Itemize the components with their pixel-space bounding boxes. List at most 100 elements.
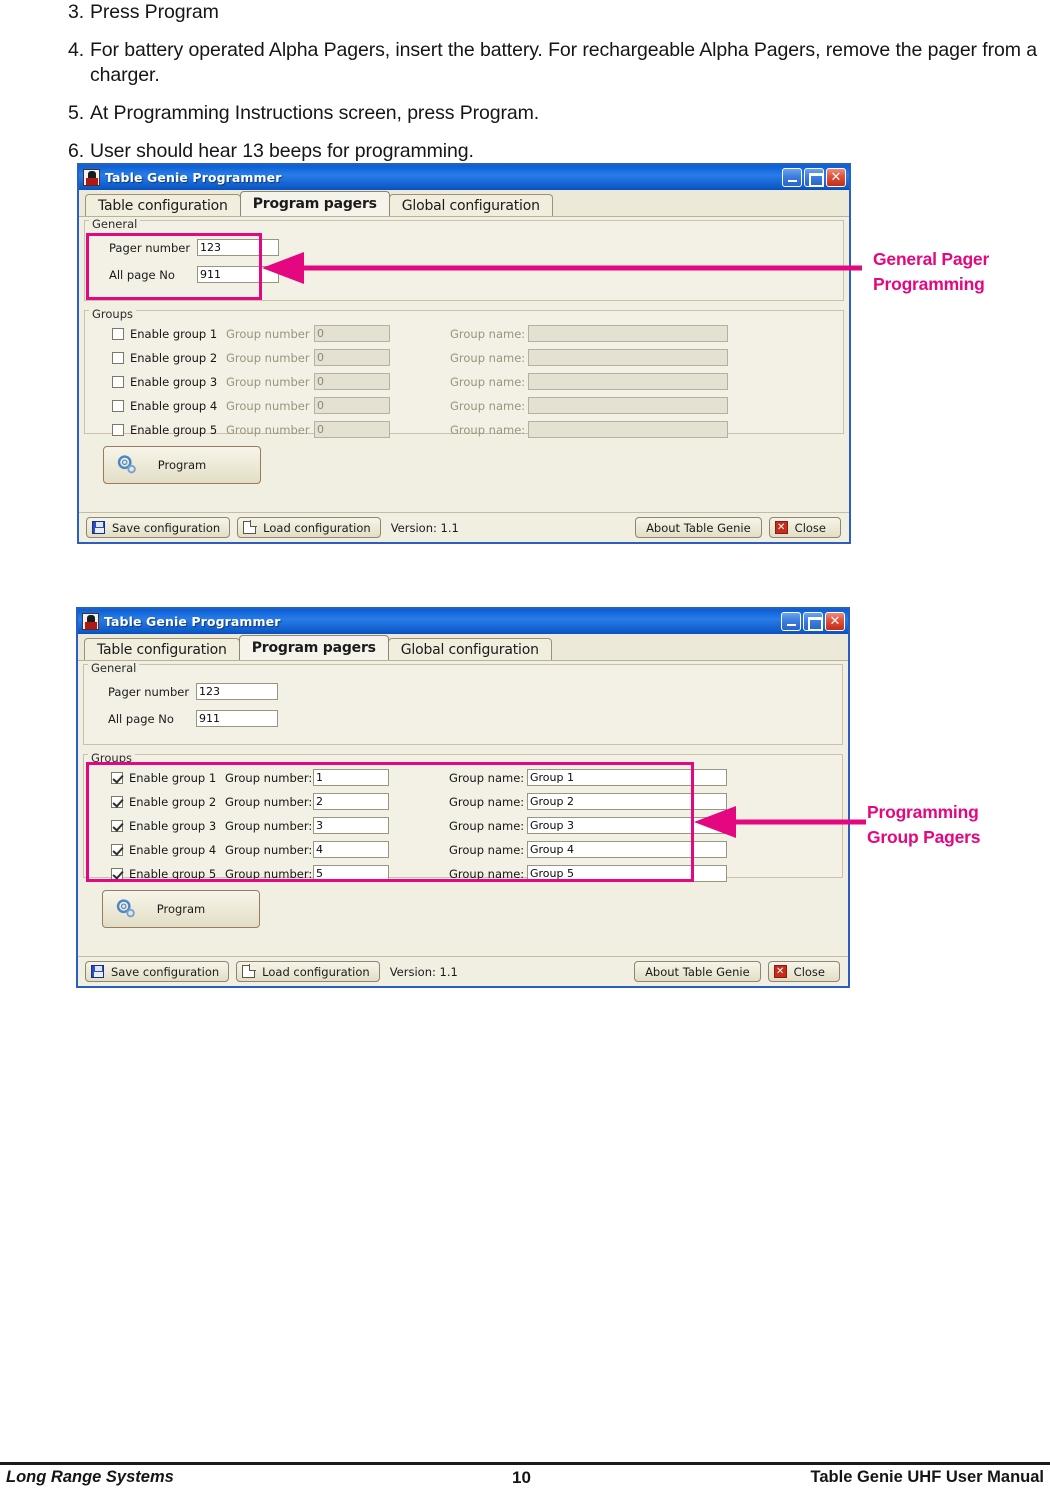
group-number-input[interactable]: 0 <box>314 349 390 366</box>
tab-global-configuration[interactable]: Global configuration <box>388 194 553 216</box>
group-number-input[interactable]: 0 <box>314 325 390 342</box>
maximize-button[interactable] <box>804 168 824 187</box>
group-number-input[interactable]: 0 <box>314 373 390 390</box>
group-name-label: Group name: <box>449 794 525 809</box>
save-configuration-button[interactable]: Save configuration <box>86 517 231 538</box>
group-name-label: Group name: <box>450 374 526 389</box>
load-configuration-button[interactable]: Load configuration <box>237 517 381 538</box>
footer-divider <box>0 1462 1050 1465</box>
group-name-input[interactable] <box>528 421 728 438</box>
enable-group-2-checkbox[interactable] <box>112 351 124 364</box>
tab-program-pagers[interactable]: Program pagers <box>238 635 389 660</box>
app-window-group-programming: Table Genie Programmer ✕ Table configura… <box>76 607 850 988</box>
group-name-input[interactable]: Group 1 <box>527 769 727 786</box>
group-name-input[interactable] <box>528 373 728 390</box>
enable-group-4-label: Enable group 4 <box>130 398 218 413</box>
annotation-label-group-pagers: Programming Group Pagers <box>867 800 981 850</box>
gear-icon <box>117 455 136 474</box>
status-bar: Save configuration Load configuration Ve… <box>79 512 849 542</box>
annotation-label-general-pager: General Pager Programming <box>873 247 989 297</box>
tab-table-configuration[interactable]: Table configuration <box>84 638 240 660</box>
close-button[interactable]: ✕ Close <box>768 517 841 538</box>
tab-table-configuration[interactable]: Table configuration <box>85 194 241 216</box>
enable-group-3-checkbox[interactable] <box>112 375 124 388</box>
maximize-button[interactable] <box>803 612 823 631</box>
list-item-number: 5. <box>68 102 85 125</box>
app-window-general-programming: Table Genie Programmer ✕ Table configura… <box>77 163 851 544</box>
group-name-input[interactable] <box>528 349 728 366</box>
general-legend: General <box>88 662 140 674</box>
enable-group-4-checkbox[interactable] <box>112 399 124 412</box>
window-title: Table Genie Programmer <box>105 170 282 185</box>
all-page-no-input[interactable]: 911 <box>196 710 278 727</box>
window-controls: ✕ <box>781 612 845 631</box>
group-row: Enable group 2 Group number 0 Group name… <box>85 349 843 366</box>
group-number-input[interactable]: 0 <box>314 397 390 414</box>
pager-number-input[interactable]: 123 <box>196 683 278 700</box>
pager-number-input[interactable]: 123 <box>197 239 279 256</box>
floppy-disk-icon <box>91 965 104 978</box>
group-number-label: Group number <box>226 350 310 365</box>
save-configuration-label: Save configuration <box>111 964 220 979</box>
group-row: Enable group 5 Group number 0 Group name… <box>85 421 843 438</box>
group-name-input[interactable]: Group 2 <box>527 793 727 810</box>
group-number-input[interactable]: 4 <box>313 841 389 858</box>
about-table-genie-button[interactable]: About Table Genie <box>635 517 762 538</box>
tab-global-configuration[interactable]: Global configuration <box>387 638 552 660</box>
manual-page: 3. Press Program 4. For battery operated… <box>0 0 1050 1498</box>
group-number-input[interactable]: 3 <box>313 817 389 834</box>
close-window-button[interactable]: ✕ <box>825 612 845 631</box>
group-name-input[interactable]: Group 4 <box>527 841 727 858</box>
group-name-label: Group name: <box>450 422 526 437</box>
close-window-button[interactable]: ✕ <box>826 168 846 187</box>
group-number-label: Group number: <box>225 842 313 857</box>
close-button[interactable]: ✕ Close <box>767 961 840 982</box>
close-icon: ✕ <box>829 614 841 629</box>
list-item: 6. User should hear 13 beeps for program… <box>68 139 1043 165</box>
minimize-button[interactable] <box>782 168 802 187</box>
save-configuration-button[interactable]: Save configuration <box>85 961 230 982</box>
list-item-text: At Programming Instructions screen, pres… <box>90 102 540 125</box>
list-item-number: 3. <box>68 1 85 23</box>
version-label: Version: 1.1 <box>390 520 459 535</box>
group-name-input[interactable]: Group 5 <box>527 865 727 882</box>
group-name-input[interactable] <box>528 397 728 414</box>
enable-group-3-checkbox[interactable] <box>111 819 123 832</box>
group-number-label: Group number: <box>225 770 313 785</box>
close-x-icon: ✕ <box>773 965 787 978</box>
enable-group-2-checkbox[interactable] <box>111 795 123 808</box>
close-button-label: Close <box>794 520 826 535</box>
group-row: Enable group 3 Group number: 3 Group nam… <box>84 817 842 834</box>
load-configuration-button[interactable]: Load configuration <box>236 961 380 982</box>
document-icon <box>243 520 258 534</box>
group-name-input[interactable]: Group 3 <box>527 817 727 834</box>
program-button[interactable]: Program <box>102 890 260 928</box>
enable-group-1-checkbox[interactable] <box>112 327 124 340</box>
group-number-input[interactable]: 5 <box>313 865 389 882</box>
list-item: 5. At Programming Instructions screen, p… <box>68 101 1043 127</box>
about-table-genie-label: About Table Genie <box>645 964 750 979</box>
group-number-input[interactable]: 1 <box>313 769 389 786</box>
minimize-button[interactable] <box>781 612 801 631</box>
enable-group-4-checkbox[interactable] <box>111 843 123 856</box>
enable-group-1-checkbox[interactable] <box>111 771 123 784</box>
group-number-input[interactable]: 2 <box>313 793 389 810</box>
group-number-label: Group number <box>226 374 310 389</box>
version-label: Version: 1.1 <box>389 964 458 979</box>
all-page-no-label: All page No <box>109 267 175 282</box>
group-name-input[interactable] <box>528 325 728 342</box>
list-item-text: Press Program <box>90 1 219 23</box>
program-button[interactable]: Program <box>103 446 261 484</box>
group-number-label: Group number: <box>225 866 313 881</box>
group-row: Enable group 1 Group number: 1 Group nam… <box>84 769 842 786</box>
group-row: Enable group 4 Group number: 4 Group nam… <box>84 841 842 858</box>
title-bar: Table Genie Programmer ✕ <box>79 165 849 190</box>
all-page-no-input[interactable]: 911 <box>197 266 279 283</box>
enable-group-5-checkbox[interactable] <box>111 867 123 880</box>
footer-page-number: 10 <box>512 1468 531 1487</box>
about-table-genie-button[interactable]: About Table Genie <box>634 961 761 982</box>
annotation-line-2: Programming <box>873 273 985 294</box>
group-number-input[interactable]: 0 <box>314 421 390 438</box>
enable-group-5-checkbox[interactable] <box>112 423 124 436</box>
tab-program-pagers[interactable]: Program pagers <box>239 191 390 216</box>
